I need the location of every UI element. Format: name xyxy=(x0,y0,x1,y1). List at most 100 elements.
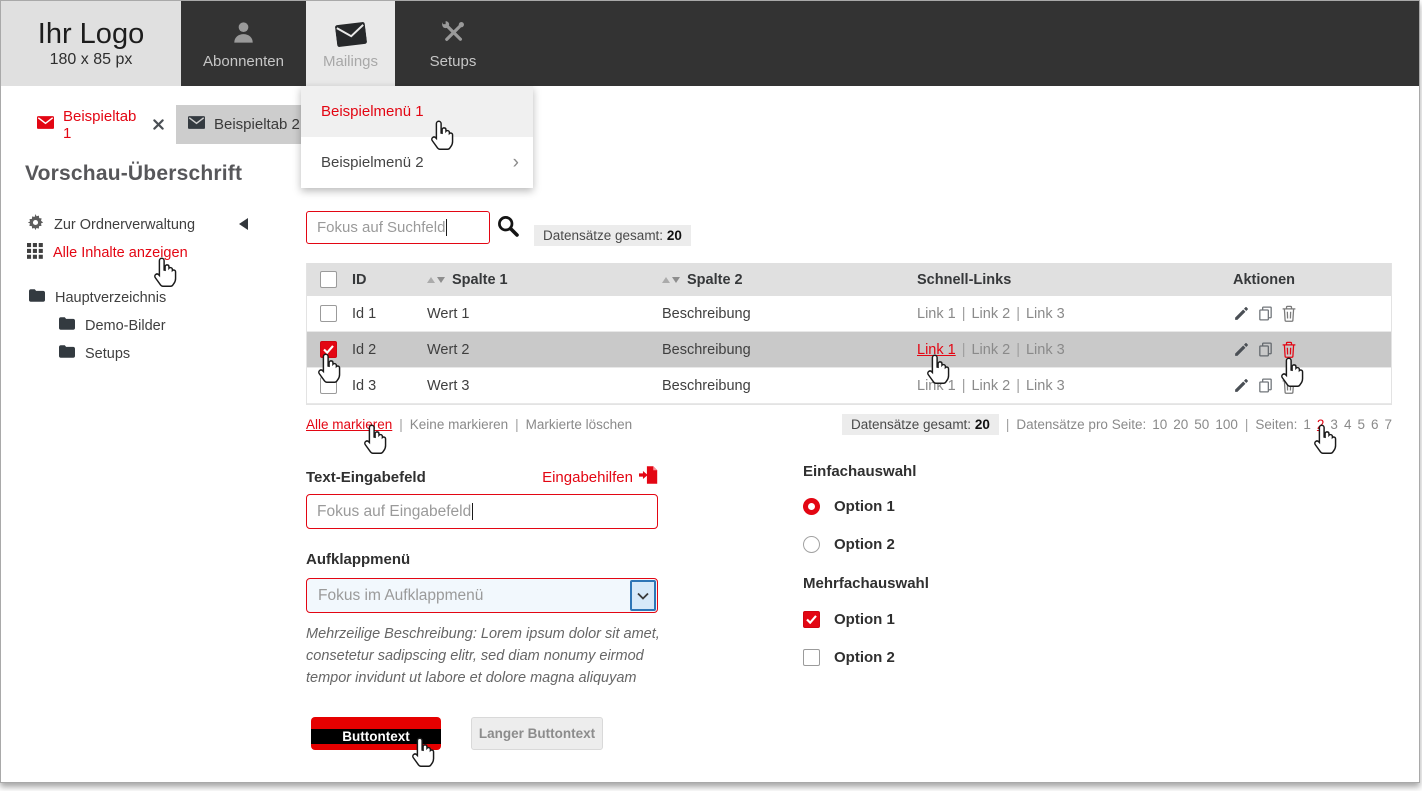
folder-item-demo-bilder[interactable]: Demo-Bilder xyxy=(59,317,166,334)
dropdown-select[interactable]: Fokus im Aufklappmenü xyxy=(306,578,658,613)
nav-item-label: Abonnenten xyxy=(203,53,284,70)
option-label: Option 1 xyxy=(834,498,895,515)
tab-label: Beispieltab 2 xyxy=(214,116,300,133)
insert-document-icon xyxy=(639,466,658,488)
nav-item-setups[interactable]: Setups xyxy=(395,1,511,86)
page-title: Vorschau-Überschrift xyxy=(25,162,242,186)
row-checkbox[interactable] xyxy=(320,305,337,322)
checkbox-unchecked-icon[interactable] xyxy=(803,649,820,666)
cell-quick-links: Link 1|Link 2|Link 3 xyxy=(917,342,1233,358)
records-total-badge: Datensätze gesamt: 20 xyxy=(534,225,691,246)
quick-link[interactable]: Link 3 xyxy=(1026,342,1065,358)
per-page-option[interactable]: 50 xyxy=(1194,417,1209,432)
quick-link[interactable]: Link 2 xyxy=(971,306,1010,322)
page-number[interactable]: 3 xyxy=(1330,417,1338,432)
folder-icon xyxy=(29,289,45,306)
quick-link[interactable]: Link 1 xyxy=(917,378,956,394)
separator: | xyxy=(962,306,966,322)
envelope-icon xyxy=(336,18,366,46)
copy-icon[interactable] xyxy=(1257,341,1274,358)
page-number[interactable]: 4 xyxy=(1344,417,1352,432)
quick-link[interactable]: Link 2 xyxy=(971,378,1010,394)
edit-pencil-icon[interactable] xyxy=(1233,341,1250,358)
nav-item-label: Setups xyxy=(430,53,477,70)
page-number-active[interactable]: 2 xyxy=(1317,417,1325,432)
radio-option-1[interactable]: Option 1 xyxy=(803,498,895,515)
select-value: Fokus im Aufklappmenü xyxy=(318,587,483,605)
sort-arrows-icon[interactable] xyxy=(427,277,445,283)
trash-icon[interactable] xyxy=(1281,305,1297,322)
quick-link-hover[interactable]: Link 1 xyxy=(917,342,956,358)
row-checkbox[interactable] xyxy=(320,377,337,394)
search-input[interactable]: Fokus auf Suchfeld xyxy=(306,211,490,244)
sort-arrows-icon[interactable] xyxy=(662,277,680,283)
row-checkbox-checked[interactable] xyxy=(320,341,337,358)
delete-selected-link[interactable]: Markierte löschen xyxy=(526,417,633,432)
column-header-spalte1[interactable]: Spalte 1 xyxy=(427,272,662,288)
per-page-option[interactable]: 100 xyxy=(1215,417,1238,432)
menu-item-beispielmenu-1[interactable]: Beispielmenü 1 xyxy=(301,86,533,137)
select-none-link[interactable]: Keine markieren xyxy=(410,417,508,432)
select-all-checkbox[interactable] xyxy=(320,271,337,288)
tab-label: Beispieltab 1 xyxy=(63,108,138,142)
column-header-id[interactable]: ID xyxy=(352,272,427,288)
single-choice-title: Einfachauswahl xyxy=(803,463,916,480)
copy-icon[interactable] xyxy=(1257,377,1274,394)
folder-label: Hauptverzeichnis xyxy=(55,290,166,306)
sidebar-link-alle-inhalte[interactable]: Alle Inhalte anzeigen xyxy=(27,243,188,263)
data-table: ID Spalte 1 Spalte 2 Schnell-Links Aktio… xyxy=(306,263,1392,405)
folder-item-setups[interactable]: Setups xyxy=(59,345,130,362)
checkbox-option-1[interactable]: Option 1 xyxy=(803,611,895,628)
radio-option-2[interactable]: Option 2 xyxy=(803,536,895,553)
input-helpers-link[interactable]: Eingabehilfen xyxy=(542,466,658,488)
quick-link[interactable]: Link 3 xyxy=(1026,378,1065,394)
sidebar-link-ordnerverwaltung[interactable]: Zur Ordnerverwaltung xyxy=(27,214,195,235)
trash-icon-hover[interactable] xyxy=(1281,341,1297,358)
radio-unchecked-icon[interactable] xyxy=(803,536,820,553)
page-number[interactable]: 6 xyxy=(1371,417,1379,432)
chevron-down-icon[interactable] xyxy=(630,580,656,611)
column-header-label: Spalte 2 xyxy=(687,272,743,288)
column-header-schnell-links: Schnell-Links xyxy=(917,272,1233,288)
sidebar-link-label: Alle Inhalte anzeigen xyxy=(53,245,188,261)
secondary-button[interactable]: Langer Buttontext xyxy=(471,717,603,750)
tab-beispieltab-1[interactable]: Beispieltab 1 xyxy=(25,105,176,144)
select-all-link[interactable]: Alle markieren xyxy=(306,417,392,432)
separator: | xyxy=(399,417,403,432)
trash-icon[interactable] xyxy=(1281,377,1297,394)
search-input-value: Fokus auf Suchfeld xyxy=(317,219,445,236)
menu-item-beispielmenu-2[interactable]: Beispielmenü 2 › xyxy=(301,137,533,188)
radio-checked-icon[interactable] xyxy=(803,498,820,515)
quick-link[interactable]: Link 2 xyxy=(971,342,1010,358)
person-icon xyxy=(230,18,257,46)
close-icon[interactable] xyxy=(153,119,164,130)
edit-pencil-icon[interactable] xyxy=(1233,305,1250,322)
cell-spalte2: Beschreibung xyxy=(662,378,917,394)
folder-item-hauptverzeichnis[interactable]: Hauptverzeichnis xyxy=(29,289,166,306)
primary-button-label: Buttontext xyxy=(311,729,441,744)
column-header-label: Spalte 1 xyxy=(452,272,508,288)
per-page-option[interactable]: 10 xyxy=(1152,417,1167,432)
text-input-field[interactable]: Fokus auf Eingabefeld xyxy=(306,494,658,529)
page-number[interactable]: 1 xyxy=(1303,417,1311,432)
nav-item-abonnenten[interactable]: Abonnenten xyxy=(181,1,306,86)
sidebar-collapse-icon[interactable] xyxy=(239,218,248,230)
primary-button[interactable]: Buttontext xyxy=(311,717,441,750)
edit-pencil-icon[interactable] xyxy=(1233,377,1250,394)
quick-link[interactable]: Link 1 xyxy=(917,306,956,322)
multi-choice-title: Mehrfachauswahl xyxy=(803,575,929,592)
column-header-spalte2[interactable]: Spalte 2 xyxy=(662,272,917,288)
per-page-option[interactable]: 20 xyxy=(1173,417,1188,432)
checkbox-checked-icon[interactable] xyxy=(803,611,820,628)
copy-icon[interactable] xyxy=(1257,305,1274,322)
gear-icon xyxy=(27,214,44,235)
page-number[interactable]: 7 xyxy=(1384,417,1392,432)
nav-item-mailings[interactable]: Mailings xyxy=(306,1,395,86)
search-icon[interactable] xyxy=(496,214,520,243)
checkbox-option-2[interactable]: Option 2 xyxy=(803,649,895,666)
grid-icon xyxy=(27,243,43,263)
folder-label: Setups xyxy=(85,346,130,362)
page-number[interactable]: 5 xyxy=(1357,417,1365,432)
quick-link[interactable]: Link 3 xyxy=(1026,306,1065,322)
cell-id: Id 3 xyxy=(352,378,427,394)
